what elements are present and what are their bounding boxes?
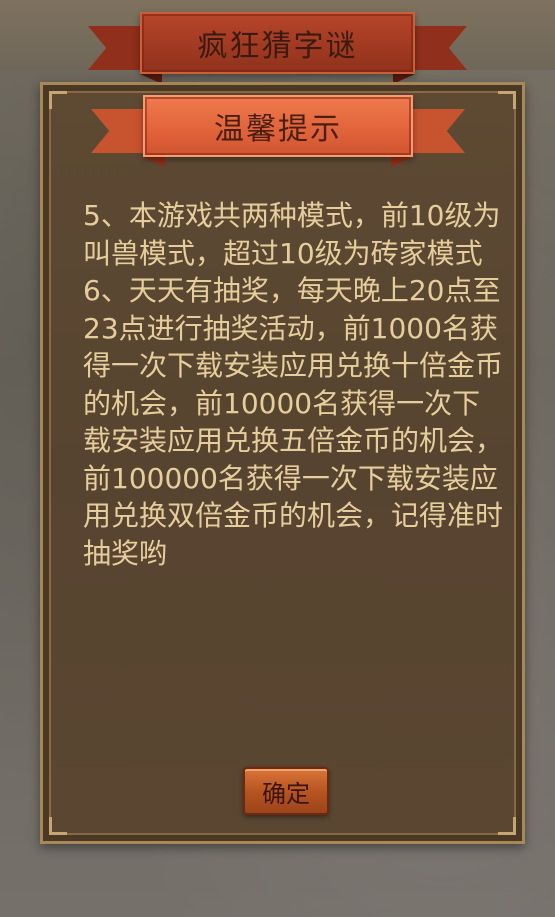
confirm-button-label: 确定 (262, 779, 310, 808)
tips-dialog: 5、本游戏共两种模式，前10级为叫兽模式，超过10级为砖家模式 6、天天有抽奖，… (40, 82, 525, 844)
title-ribbon: 疯狂猜字谜 (88, 12, 467, 84)
dialog-title: 温馨提示 (214, 112, 342, 147)
confirm-button[interactable]: 确定 (243, 767, 329, 815)
corner-ornament (498, 91, 516, 109)
dialog-header-ribbon: 温馨提示 (91, 95, 465, 167)
title-ribbon-face: 疯狂猜字谜 (140, 12, 415, 74)
corner-ornament (49, 91, 67, 109)
app-title: 疯狂猜字谜 (197, 29, 358, 64)
header-ribbon-face: 温馨提示 (143, 95, 413, 157)
corner-ornament (49, 817, 67, 835)
tip-body-text: 5、本游戏共两种模式，前10级为叫兽模式，超过10级为砖家模式 6、天天有抽奖，… (83, 199, 504, 570)
corner-ornament (498, 817, 516, 835)
